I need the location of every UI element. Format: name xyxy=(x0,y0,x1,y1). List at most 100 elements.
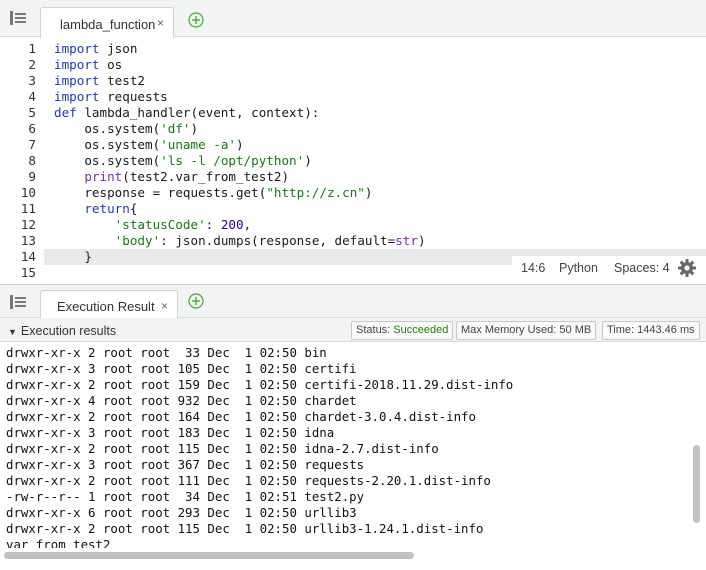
output-line: drwxr-xr-x 3 root root 105 Dec 1 02:50 c… xyxy=(6,361,357,376)
language-mode[interactable]: Python xyxy=(559,261,598,275)
code-token: 200 xyxy=(220,217,244,232)
code-token: os.system( xyxy=(54,153,161,168)
code-token: "http://z.cn" xyxy=(266,185,365,200)
code-token: } xyxy=(54,249,92,264)
line-number: 5 xyxy=(28,105,36,120)
code-token: ) xyxy=(190,121,199,136)
tab-label: Execution Result xyxy=(57,299,155,314)
code-line: 'body': json.dumps(response, default=str… xyxy=(54,233,426,249)
time-badge: Time: 1443.46 ms xyxy=(602,321,700,340)
code-token: test2 xyxy=(99,73,145,88)
code-token: import xyxy=(54,73,100,88)
tab-execution-result[interactable]: Execution Result × xyxy=(40,290,178,319)
add-tab-icon[interactable] xyxy=(188,293,204,309)
code-token: ) xyxy=(304,153,312,168)
execution-result-pane: Execution Result × ▼ Execution results St… xyxy=(0,284,706,570)
line-number: 6 xyxy=(28,121,36,136)
line-number-gutter: 1 2 3 4 5 6 7 8 9 10 11 12 13 14 15 xyxy=(0,40,44,284)
tab-lambda-function[interactable]: lambda_function × xyxy=(40,7,174,38)
line-number: 1 xyxy=(28,41,36,56)
line-number: 9 xyxy=(28,169,36,184)
line-number: 4 xyxy=(28,89,36,104)
code-line: print(test2.var_from_test2) xyxy=(54,169,289,185)
code-token: response = requests.get( xyxy=(54,185,267,200)
code-token: os.system( xyxy=(54,137,161,152)
output-line: drwxr-xr-x 2 root root 115 Dec 1 02:50 i… xyxy=(6,441,439,456)
output-line: drwxr-xr-x 2 root root 164 Dec 1 02:50 c… xyxy=(6,409,476,424)
line-number: 12 xyxy=(20,217,36,232)
code-token: ) xyxy=(235,137,244,152)
editor-tab-bar: lambda_function × xyxy=(0,0,706,38)
code-token: 'uname -a' xyxy=(160,137,236,152)
code-line: 'statusCode': 200, xyxy=(54,217,252,233)
status-label: Status: xyxy=(356,324,394,336)
code-token: os xyxy=(99,57,123,72)
collapse-triangle-icon: ▼ xyxy=(8,327,17,337)
output-line: drwxr-xr-x 4 root root 932 Dec 1 02:50 c… xyxy=(6,393,357,408)
code-token: import xyxy=(54,57,100,72)
indent-setting[interactable]: Spaces: 4 xyxy=(614,261,670,275)
code-token: return xyxy=(84,201,130,216)
code-token: , xyxy=(243,217,252,232)
line-number: 7 xyxy=(28,137,36,152)
execution-results-header: ▼ Execution results Status: Succeeded Max… xyxy=(0,318,706,342)
code-token: { xyxy=(129,201,138,216)
code-token: ) xyxy=(417,233,426,248)
vertical-scrollbar[interactable] xyxy=(693,445,700,523)
code-token: : json.dumps(response, default= xyxy=(160,233,396,248)
code-token: import xyxy=(54,41,100,56)
cursor-position[interactable]: 14:6 xyxy=(521,261,545,275)
code-token: 'ls -l /opt/python' xyxy=(160,153,305,168)
code-line: import test2 xyxy=(54,73,145,89)
code-token: print xyxy=(84,169,123,184)
code-token: 'df' xyxy=(160,121,191,136)
code-line: } xyxy=(54,249,92,265)
add-tab-icon[interactable] xyxy=(188,12,204,28)
result-tab-bar: Execution Result × xyxy=(0,285,706,319)
tab-close-icon[interactable]: × xyxy=(157,16,164,30)
line-number: 8 xyxy=(28,153,36,168)
code-token: 'body' xyxy=(114,233,161,248)
output-line: drwxr-xr-x 2 root root 115 Dec 1 02:50 u… xyxy=(6,521,484,536)
execution-results-toggle[interactable]: ▼ Execution results xyxy=(8,324,116,338)
tab-close-icon[interactable]: × xyxy=(161,299,168,313)
line-number: 13 xyxy=(20,233,36,248)
code-token: : xyxy=(205,217,221,232)
code-token: str xyxy=(395,233,418,248)
execution-output-log[interactable]: drwxr-xr-x 2 root root 33 Dec 1 02:50 bi… xyxy=(0,343,692,548)
gear-icon[interactable] xyxy=(677,258,697,278)
code-token: (test2.var_from_test2) xyxy=(122,169,290,184)
output-line: drwxr-xr-x 2 root root 111 Dec 1 02:50 r… xyxy=(6,473,491,488)
code-area[interactable]: 1 2 3 4 5 6 7 8 9 10 11 12 13 14 15 import json import … xyxy=(0,40,706,284)
line-number: 10 xyxy=(20,185,36,200)
code-line: os.system('uname -a') xyxy=(54,137,244,153)
line-number: 14 xyxy=(20,249,36,264)
output-line: drwxr-xr-x 3 root root 183 Dec 1 02:50 i… xyxy=(6,425,335,440)
code-line: return{ xyxy=(54,201,137,217)
line-number: 3 xyxy=(28,73,36,88)
code-token: requests xyxy=(99,89,168,104)
code-line: response = requests.get("http://z.cn") xyxy=(54,185,372,201)
status-value: Succeeded xyxy=(393,324,449,336)
editor-status-bar: 14:6 Python Spaces: 4 xyxy=(512,256,706,280)
pane-menu-icon[interactable] xyxy=(10,11,26,25)
pane-menu-icon[interactable] xyxy=(10,295,26,309)
output-line: -rw-r--r-- 1 root root 34 Dec 1 02:51 te… xyxy=(6,489,365,504)
code-line: def lambda_handler(event, context): xyxy=(54,105,319,121)
line-number: 11 xyxy=(20,201,36,216)
code-token: def xyxy=(54,105,77,120)
horizontal-scrollbar[interactable] xyxy=(4,552,414,559)
output-line: drwxr-xr-x 3 root root 367 Dec 1 02:50 r… xyxy=(6,457,365,472)
output-line: drwxr-xr-x 2 root root 159 Dec 1 02:50 c… xyxy=(6,377,514,392)
code-token: os.system( xyxy=(54,121,161,136)
code-token: import xyxy=(54,89,100,104)
code-token: json xyxy=(99,41,138,56)
output-line: var_from_test2 xyxy=(6,537,111,548)
code-editor-pane: lambda_function × 1 2 3 4 5 6 7 8 9 10 11 12 13 14 15 … xyxy=(0,0,706,284)
code-line: import requests xyxy=(54,89,168,105)
output-line: drwxr-xr-x 2 root root 33 Dec 1 02:50 bi… xyxy=(6,345,327,360)
